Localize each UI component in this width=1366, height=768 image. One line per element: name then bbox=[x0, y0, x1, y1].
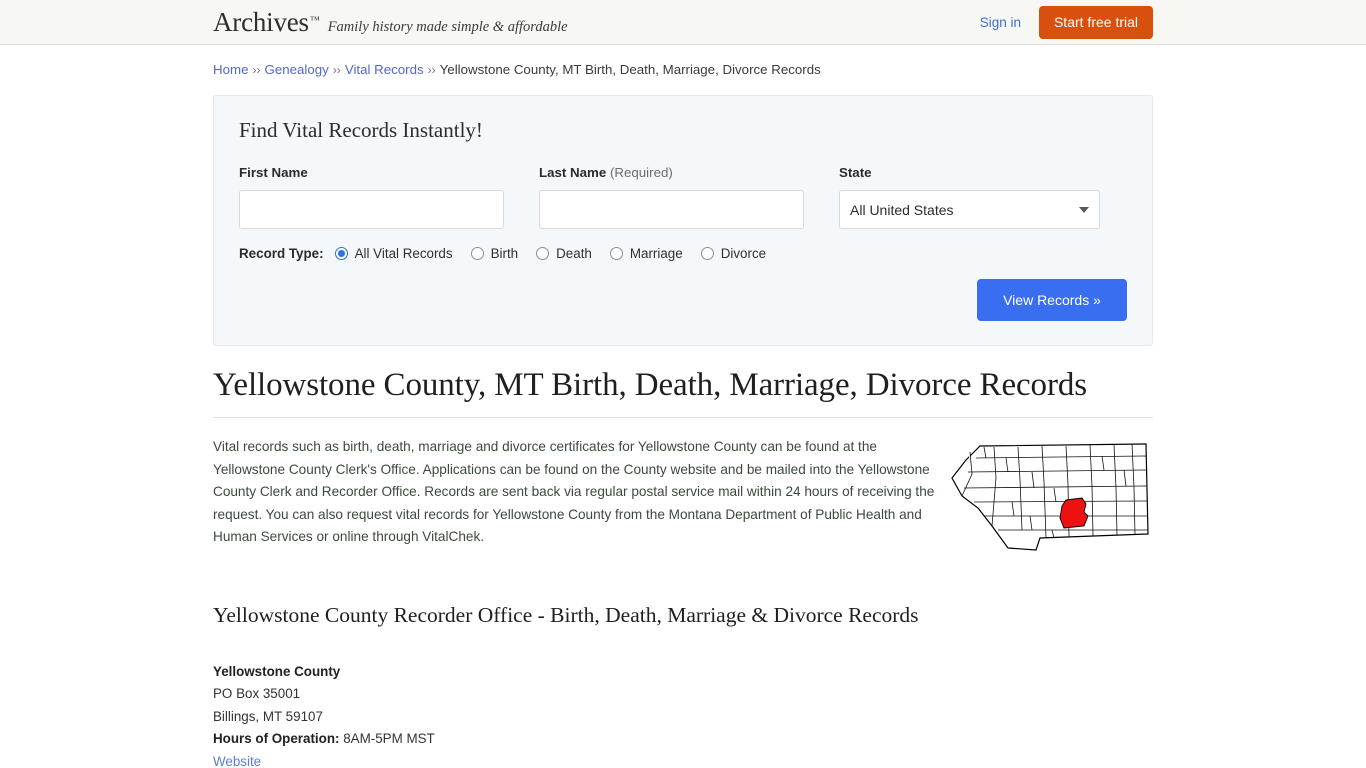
radio-label: Birth bbox=[491, 246, 519, 261]
radio-label: Marriage bbox=[630, 246, 683, 261]
title-divider bbox=[213, 417, 1153, 418]
montana-map-svg bbox=[948, 438, 1153, 556]
breadcrumb-separator-icon: ›› bbox=[252, 63, 260, 77]
breadcrumb-item-current: Yellowstone County, MT Birth, Death, Mar… bbox=[440, 62, 821, 77]
breadcrumb-item-genealogy[interactable]: Genealogy bbox=[264, 62, 328, 77]
state-field-group: State All United States bbox=[839, 165, 1100, 229]
radio-divorce[interactable]: Divorce bbox=[701, 246, 766, 261]
last-name-field-group: Last Name (Required) bbox=[539, 165, 804, 229]
first-name-field-group: First Name bbox=[239, 165, 504, 229]
submit-row: View Records » bbox=[239, 279, 1127, 321]
breadcrumb-item-home[interactable]: Home bbox=[213, 62, 248, 77]
breadcrumb-separator-icon: ›› bbox=[428, 63, 436, 77]
state-select[interactable]: All United States bbox=[839, 190, 1100, 229]
office-hours-value: 8AM-5PM MST bbox=[343, 731, 435, 746]
trademark-icon: ™ bbox=[310, 15, 320, 26]
record-type-row: Record Type: All Vital Records Birth Dea… bbox=[239, 246, 1127, 261]
office-name: Yellowstone County bbox=[213, 661, 1153, 683]
office-hours-label: Hours of Operation: bbox=[213, 731, 339, 746]
header-actions: Sign in Start free trial bbox=[980, 0, 1153, 44]
search-panel-title: Find Vital Records Instantly! bbox=[239, 118, 1127, 143]
highlighted-county-yellowstone bbox=[1060, 498, 1088, 528]
first-name-input[interactable] bbox=[239, 190, 504, 229]
office-website-link[interactable]: Website bbox=[213, 754, 261, 768]
radio-icon bbox=[610, 247, 623, 260]
radio-birth[interactable]: Birth bbox=[471, 246, 519, 261]
first-name-label: First Name bbox=[239, 165, 504, 180]
logo-text: Archives bbox=[213, 9, 309, 36]
office-section-heading: Yellowstone County Recorder Office - Bir… bbox=[213, 603, 1153, 628]
intro-section: Vital records such as birth, death, marr… bbox=[213, 436, 1153, 556]
view-records-button[interactable]: View Records » bbox=[977, 279, 1127, 321]
office-address-line-2: Billings, MT 59107 bbox=[213, 706, 1153, 728]
page-title: Yellowstone County, MT Birth, Death, Mar… bbox=[213, 366, 1153, 405]
site-tagline: Family history made simple & affordable bbox=[328, 19, 568, 36]
intro-paragraph: Vital records such as birth, death, marr… bbox=[213, 436, 942, 549]
last-name-label: Last Name (Required) bbox=[539, 165, 804, 180]
radio-icon bbox=[536, 247, 549, 260]
record-type-label: Record Type: bbox=[239, 246, 324, 261]
radio-label: Death bbox=[556, 246, 592, 261]
last-name-label-text: Last Name bbox=[539, 165, 606, 180]
last-name-input[interactable] bbox=[539, 190, 804, 229]
vital-records-search-panel: Find Vital Records Instantly! First Name… bbox=[213, 95, 1153, 346]
breadcrumb: Home ›› Genealogy ›› Vital Records ›› Yellowst… bbox=[213, 61, 1153, 79]
office-hours: Hours of Operation: 8AM-5PM MST bbox=[213, 728, 1153, 750]
office-address-line-1: PO Box 35001 bbox=[213, 683, 1153, 705]
radio-death[interactable]: Death bbox=[536, 246, 592, 261]
radio-label: Divorce bbox=[721, 246, 766, 261]
radio-icon-checked bbox=[335, 247, 348, 260]
radio-label: All Vital Records bbox=[355, 246, 453, 261]
start-free-trial-button[interactable]: Start free trial bbox=[1039, 6, 1153, 39]
search-fields-row: First Name Last Name (Required) State Al… bbox=[239, 165, 1127, 229]
breadcrumb-separator-icon: ›› bbox=[333, 63, 341, 77]
site-header: Archives™ Family history made simple & a… bbox=[0, 0, 1366, 45]
montana-county-map bbox=[948, 438, 1153, 556]
radio-icon bbox=[471, 247, 484, 260]
radio-icon bbox=[701, 247, 714, 260]
radio-marriage[interactable]: Marriage bbox=[610, 246, 683, 261]
state-label: State bbox=[839, 165, 1100, 180]
site-logo[interactable]: Archives™ Family history made simple & a… bbox=[213, 9, 568, 36]
radio-all-vital-records[interactable]: All Vital Records bbox=[335, 246, 453, 261]
sign-in-link[interactable]: Sign in bbox=[980, 15, 1021, 30]
office-contact-block: Yellowstone County PO Box 35001 Billings… bbox=[213, 661, 1153, 768]
breadcrumb-item-vital-records[interactable]: Vital Records bbox=[345, 62, 424, 77]
last-name-required-note: (Required) bbox=[610, 165, 673, 180]
